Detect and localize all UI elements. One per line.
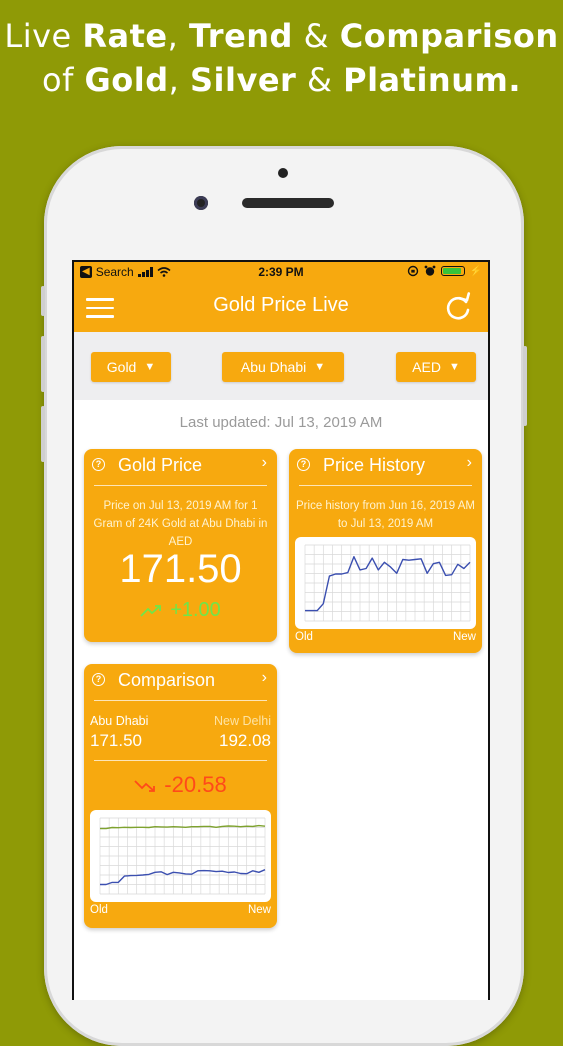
currency-dropdown-label: AED — [412, 359, 441, 375]
chevron-right-icon[interactable]: › — [262, 454, 267, 472]
charging-icon: ⚡ — [469, 265, 482, 277]
alarm-icon — [424, 265, 435, 276]
help-icon[interactable]: ? — [92, 673, 105, 686]
chart-old-label: Old — [295, 631, 313, 643]
battery-icon — [440, 266, 465, 276]
chevron-right-icon[interactable]: › — [262, 669, 267, 687]
divider — [94, 700, 267, 701]
help-icon[interactable]: ? — [92, 458, 105, 471]
promo-headline: Live Rate, Trend & Comparison of Gold, S… — [0, 14, 563, 102]
city-dropdown[interactable]: Abu Dhabi ▼ — [222, 352, 344, 382]
gold-price-change: +1.00 — [84, 599, 277, 622]
divider — [94, 485, 267, 486]
divider — [94, 760, 267, 761]
help-icon[interactable]: ? — [297, 458, 310, 471]
refresh-icon[interactable] — [442, 292, 474, 324]
chevron-right-icon[interactable]: › — [467, 454, 472, 472]
comparison-location-2: New Delhi — [214, 714, 271, 728]
comparison-card[interactable]: ? Comparison › Abu Dhabi New Delhi 171.5… — [84, 664, 277, 928]
power-button — [523, 346, 527, 426]
price-history-description: Price history from Jun 16, 2019 AM to Ju… — [296, 500, 475, 530]
comparison-chart — [90, 810, 271, 902]
gold-price-card-title: Gold Price — [118, 455, 203, 475]
price-history-card-title: Price History — [323, 455, 426, 475]
gold-price-value: 171.50 — [119, 547, 242, 591]
comparison-value-2: 192.08 — [219, 731, 271, 750]
gold-price-card-header[interactable]: ? Gold Price › — [84, 449, 277, 485]
gold-price-card[interactable]: ? Gold Price › Price on Jul 13, 2019 AM … — [84, 449, 277, 642]
comparison-card-header[interactable]: ? Comparison › — [84, 664, 277, 700]
comparison-difference: -20.58 — [84, 772, 277, 798]
price-history-chart-svg — [304, 544, 471, 622]
chart-old-label: Old — [90, 904, 108, 916]
filter-bar: Gold ▼ Abu Dhabi ▼ AED ▼ — [74, 332, 488, 400]
last-updated-text: Last updated: Jul 13, 2019 AM — [179, 414, 383, 431]
trend-up-icon — [140, 604, 162, 617]
chevron-down-icon: ▼ — [144, 361, 156, 373]
price-history-chart — [295, 537, 476, 629]
metal-dropdown[interactable]: Gold ▼ — [91, 352, 171, 382]
trend-down-icon — [134, 780, 156, 793]
currency-dropdown[interactable]: AED ▼ — [396, 352, 476, 382]
comparison-value-1: 171.50 — [90, 731, 142, 750]
headline-line-1: Live Rate, Trend & Comparison — [4, 17, 559, 55]
price-history-card-header[interactable]: ? Price History › — [289, 449, 482, 485]
chevron-down-icon: ▼ — [314, 361, 326, 373]
volume-up-button — [41, 336, 45, 392]
earpiece-speaker — [242, 198, 334, 208]
chevron-down-icon: ▼ — [448, 361, 460, 373]
status-bar: ◀ Search 2:39 PM ⚡ — [74, 262, 488, 284]
volume-down-button — [41, 406, 45, 462]
chart-new-label: New — [452, 631, 476, 643]
city-dropdown-label: Abu Dhabi — [240, 359, 307, 375]
gold-price-description: Price on Jul 13, 2019 AM for 1 Gram of 2… — [93, 500, 268, 548]
nav-title: Gold Price Live — [213, 294, 349, 316]
mute-switch — [41, 286, 45, 316]
app-screen: ◀ Search 2:39 PM ⚡ Gold Price Live Gold ▼… — [72, 260, 490, 1000]
divider — [299, 485, 472, 486]
navigation-bar: Gold Price Live — [74, 284, 488, 332]
rotation-lock-icon — [407, 265, 418, 277]
price-history-card[interactable]: ? Price History › Price history from Jun… — [289, 449, 482, 653]
front-camera — [194, 196, 208, 210]
comparison-location-1: Abu Dhabi — [90, 714, 149, 728]
proximity-sensor — [278, 168, 288, 178]
comparison-card-title: Comparison — [118, 670, 216, 690]
comparison-difference-value: -20.58 — [164, 772, 227, 797]
metal-dropdown-label: Gold — [106, 359, 137, 375]
comparison-chart-svg — [99, 817, 266, 895]
headline-line-2: of Gold, Silver & Platinum. — [42, 61, 521, 99]
chart-new-label: New — [247, 904, 271, 916]
gold-price-change-value: +1.00 — [170, 599, 221, 621]
